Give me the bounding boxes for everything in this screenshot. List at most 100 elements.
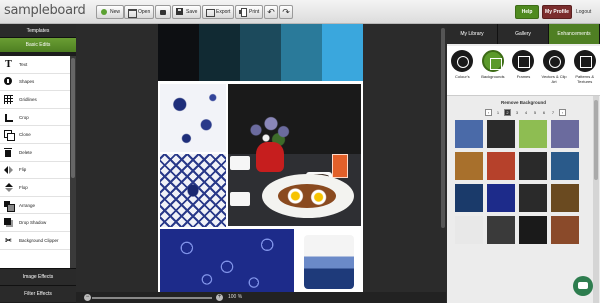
photo-eggs — [278, 184, 336, 208]
canvas-vertical-scrollbar[interactable] — [440, 24, 446, 292]
prev-page-button[interactable]: ‹ — [485, 109, 492, 116]
tool-flop[interactable]: Flop — [0, 179, 70, 197]
background-thumbnail[interactable] — [519, 216, 547, 244]
my-profile-button[interactable]: My Profile — [542, 5, 572, 19]
flip-icon — [4, 165, 13, 175]
tab-enhancements[interactable]: Enhancements — [549, 24, 600, 44]
zoom-slider[interactable] — [92, 297, 212, 299]
gridlines-icon — [4, 94, 13, 104]
category-vectors-clip-art[interactable]: Vectors & Clip Art — [540, 50, 568, 95]
tool-label: Background Clipper — [19, 237, 59, 243]
color-swatch[interactable] — [158, 24, 199, 81]
background-thumbnail[interactable] — [487, 216, 515, 244]
print-label: Print — [249, 9, 260, 15]
background-thumbnail[interactable] — [551, 184, 579, 212]
logout-link[interactable]: Logout — [576, 9, 591, 15]
background-thumbnail[interactable] — [551, 152, 579, 180]
tab-gallery[interactable]: Gallery — [498, 24, 549, 44]
page-link[interactable]: 4 — [523, 109, 529, 116]
category-label: Colour's — [455, 74, 470, 79]
undo-icon: ↶ — [267, 7, 275, 17]
color-swatch[interactable] — [322, 24, 363, 81]
page-link[interactable]: 6 — [541, 109, 547, 116]
category-label: Patterns & Textures — [575, 74, 595, 84]
background-thumbnail[interactable] — [455, 184, 483, 212]
tool-label: Delete — [19, 149, 33, 155]
zoom-in-button[interactable]: + — [216, 294, 223, 301]
blue-damask-image[interactable] — [160, 154, 226, 227]
shapes-icon — [4, 77, 13, 86]
image-effects-header[interactable]: Image Effects — [0, 268, 76, 285]
new-button[interactable]: New — [96, 5, 125, 19]
color-swatch[interactable] — [199, 24, 240, 81]
sample-board[interactable] — [158, 24, 363, 292]
background-thumbnail[interactable] — [551, 216, 579, 244]
tool-flip[interactable]: Flip — [0, 162, 70, 180]
tool-gridlines[interactable]: Gridlines — [0, 91, 70, 109]
app-logo[interactable]: sampleboard — [4, 3, 86, 18]
logo-text: sampleboard — [4, 3, 86, 18]
tool-label: Clone — [19, 132, 31, 138]
background-thumbnail[interactable] — [487, 184, 515, 212]
tool-background-clipper[interactable]: Background Clipper — [0, 232, 70, 250]
tool-label: Flip — [19, 167, 27, 173]
page-link[interactable]: 5 — [532, 109, 538, 116]
tool-arrange[interactable]: Arrange — [0, 197, 70, 215]
category-colours[interactable]: Colour's — [448, 50, 476, 95]
tool-drop-shadow[interactable]: Drop Shadow — [0, 214, 70, 232]
category-frames[interactable]: Frames — [509, 50, 537, 95]
background-thumbnail[interactable] — [455, 152, 483, 180]
help-button[interactable]: Help — [515, 5, 539, 19]
filter-effects-header[interactable]: Filter Effects — [0, 285, 76, 302]
photo-cup — [230, 156, 250, 170]
arrange-icon — [4, 200, 15, 212]
undo-button[interactable]: ↶ — [264, 5, 278, 19]
background-thumbnail[interactable] — [551, 120, 579, 148]
open-button[interactable]: Open — [124, 5, 155, 19]
basic-edits-header[interactable]: Basic Edits — [0, 38, 76, 52]
left-sidebar: Templates Basic Edits Text Shapes Gridli… — [0, 24, 76, 303]
pillow-image[interactable] — [296, 229, 361, 292]
tool-crop[interactable]: Crop — [0, 109, 70, 127]
page-link-active[interactable]: 2 — [504, 109, 511, 116]
save-button[interactable]: Save — [172, 5, 202, 19]
background-thumbnail[interactable] — [455, 216, 483, 244]
templates-header[interactable]: Templates — [0, 24, 76, 38]
background-thumbnail[interactable] — [455, 120, 483, 148]
background-thumbnail[interactable] — [519, 184, 547, 212]
tool-text[interactable]: Text — [0, 56, 70, 74]
category-label: Vectors & Clip Art — [541, 74, 567, 84]
remove-background-button[interactable]: Remove Background — [447, 100, 600, 105]
page-link[interactable]: 1 — [495, 109, 501, 116]
tool-delete[interactable]: Delete — [0, 144, 70, 162]
redo-button[interactable]: ↷ — [279, 5, 293, 19]
flop-icon — [4, 182, 13, 192]
next-page-button[interactable]: › — [559, 109, 566, 116]
export-button[interactable]: Export — [202, 5, 235, 19]
page-link[interactable]: 3 — [514, 109, 520, 116]
background-thumbnail[interactable] — [519, 152, 547, 180]
panel-tabs: My Library Gallery Enhancements — [447, 24, 600, 44]
right-panel: My Library Gallery Enhancements Colour's… — [447, 24, 600, 303]
tool-clone[interactable]: Clone — [0, 126, 70, 144]
crop-icon — [4, 113, 13, 122]
bag-button[interactable] — [155, 5, 171, 19]
tool-shapes[interactable]: Shapes — [0, 74, 70, 92]
background-thumbnail[interactable] — [519, 120, 547, 148]
color-swatch[interactable] — [281, 24, 322, 81]
print-button[interactable]: Print — [235, 5, 264, 19]
background-thumbnail[interactable] — [487, 120, 515, 148]
category-backgrounds[interactable]: Backgrounds — [479, 50, 507, 95]
category-patterns-textures[interactable]: Patterns & Textures — [571, 50, 599, 95]
zoom-out-button[interactable]: − — [84, 294, 91, 301]
panel-scrollbar[interactable] — [593, 96, 599, 303]
breakfast-photo[interactable] — [228, 84, 361, 226]
color-palette[interactable] — [158, 24, 363, 81]
color-swatch[interactable] — [240, 24, 281, 81]
blue-floral-image[interactable] — [160, 84, 226, 152]
blue-cat-fabric-image[interactable] — [160, 229, 294, 292]
page-link[interactable]: 7 — [550, 109, 556, 116]
background-thumbnail[interactable] — [487, 152, 515, 180]
tab-my-library[interactable]: My Library — [447, 24, 498, 44]
chat-bubble-icon[interactable] — [573, 276, 593, 296]
